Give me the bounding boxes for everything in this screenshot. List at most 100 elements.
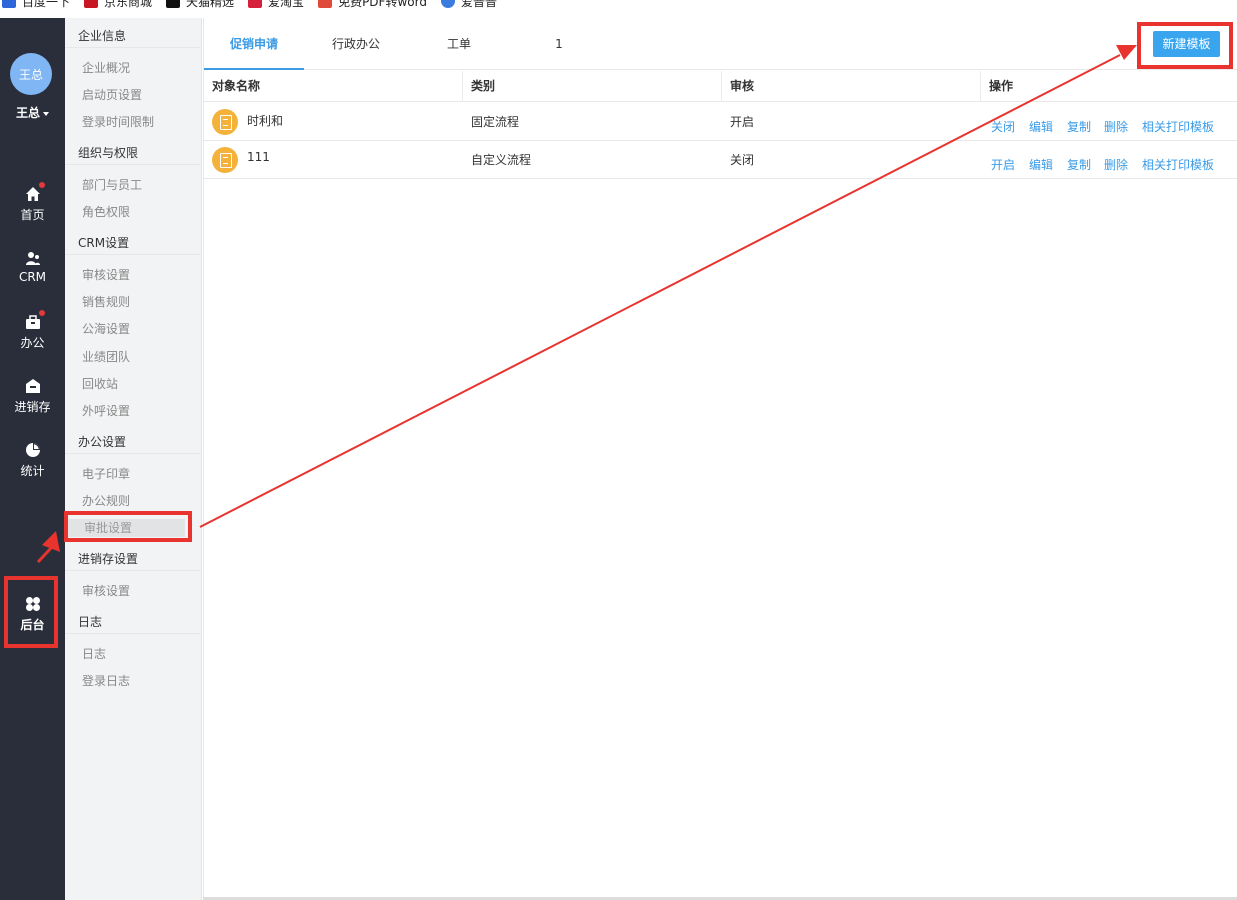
- toggle-link[interactable]: 开启: [991, 156, 1015, 173]
- nav-item-admin[interactable]: 后台: [0, 596, 65, 633]
- submenu-section-title: CRM设置: [65, 235, 202, 255]
- bookmark-label: 百度一下: [22, 0, 71, 9]
- user-menu[interactable]: 王总: [0, 104, 65, 121]
- bookmark-label: 天猫精选: [186, 0, 235, 9]
- new-template-button[interactable]: 新建模板: [1153, 31, 1220, 57]
- object-name: 时利和: [247, 114, 284, 128]
- column-header: 对象名称: [204, 71, 463, 102]
- main-content: 促销申请 行政办公 工单 1 新建模板 对象名称 类别 审核 操作 时利和 固定…: [203, 18, 1237, 900]
- nav-item-stats[interactable]: 统计: [0, 442, 65, 479]
- category-cell: 自定义流程: [471, 153, 532, 167]
- table-row: 时利和 固定流程 开启 关闭 编辑 复制 删除 相关打印模板: [204, 103, 1237, 141]
- edit-link[interactable]: 编辑: [1029, 156, 1053, 173]
- bookmark-tmall[interactable]: 天猫精选: [166, 0, 234, 10]
- submenu-item[interactable]: 外呼设置: [65, 402, 202, 420]
- submenu-item[interactable]: 回收站: [65, 375, 202, 393]
- print-template-link[interactable]: 相关打印模板: [1142, 156, 1214, 173]
- submenu-item-approval-settings[interactable]: 审批设置: [67, 519, 185, 537]
- warehouse-icon: [25, 378, 41, 394]
- nav-label: 统计: [20, 464, 45, 478]
- user-name: 王总: [15, 106, 40, 120]
- caret-down-icon: [43, 111, 49, 116]
- home-icon: [25, 182, 45, 202]
- bookmark-pdf[interactable]: 免费PDF转word: [318, 0, 427, 10]
- nav-item-home[interactable]: 首页: [0, 182, 65, 223]
- delete-link[interactable]: 删除: [1104, 156, 1128, 173]
- briefcase-icon: [25, 310, 45, 330]
- clover-icon: [25, 596, 41, 612]
- submenu-item[interactable]: 公海设置: [65, 320, 202, 338]
- bookmark-label: 京东商城: [104, 0, 153, 9]
- left-nav: 王总 王总 首页 CRM 办公 进销存 统计 后台: [0, 18, 65, 900]
- submenu-section-title: 日志: [65, 614, 202, 634]
- bookmark-label: 免费PDF转word: [338, 0, 427, 9]
- notification-dot: [38, 182, 45, 188]
- copy-link[interactable]: 复制: [1067, 156, 1091, 173]
- avatar[interactable]: 王总: [10, 53, 52, 95]
- table-header: 对象名称 类别 审核 操作: [204, 71, 1237, 102]
- column-header: 审核: [722, 71, 981, 102]
- print-template-link[interactable]: 相关打印模板: [1142, 118, 1214, 135]
- submenu-item[interactable]: 登录日志: [65, 672, 202, 690]
- submenu-item[interactable]: 日志: [65, 645, 202, 663]
- settings-submenu: 企业信息 企业概况 启动页设置 登录时间限制 组织与权限 部门与员工 角色权限 …: [65, 18, 202, 900]
- nav-label: 进销存: [14, 400, 51, 414]
- audit-cell: 开启: [730, 115, 755, 129]
- nav-item-crm[interactable]: CRM: [0, 250, 65, 284]
- pdf-icon: [318, 0, 333, 8]
- category-cell: 固定流程: [471, 115, 520, 129]
- nav-item-office[interactable]: 办公: [0, 310, 65, 351]
- submenu-item[interactable]: 审核设置: [65, 266, 202, 284]
- crm-icon: [25, 250, 41, 266]
- column-header: 类别: [463, 71, 722, 102]
- tab-admin-office[interactable]: 行政办公: [314, 18, 398, 70]
- nav-label: 办公: [20, 336, 45, 350]
- table-row: 111 自定义流程 关闭 开启 编辑 复制 删除 相关打印模板: [204, 141, 1237, 179]
- submenu-item[interactable]: 角色权限: [65, 203, 202, 221]
- submenu-item[interactable]: 电子印章: [65, 465, 202, 483]
- delete-link[interactable]: 删除: [1104, 118, 1128, 135]
- toggle-link[interactable]: 关闭: [991, 118, 1015, 135]
- tab-promotion-request[interactable]: 促销申请: [204, 18, 304, 70]
- nav-item-inventory[interactable]: 进销存: [0, 378, 65, 415]
- submenu-section-title: 组织与权限: [65, 145, 202, 165]
- bookmark-label: 爱普普: [460, 0, 497, 9]
- submenu-item[interactable]: 办公规则: [65, 492, 202, 510]
- column-header: 操作: [989, 79, 1014, 93]
- tab-work-order[interactable]: 工单: [429, 18, 489, 70]
- submenu-section-title: 进销存设置: [65, 551, 202, 571]
- document-icon: [212, 147, 238, 173]
- nav-label: 后台: [20, 618, 45, 632]
- jd-icon: [84, 0, 99, 8]
- bookmark-aipupu[interactable]: 爱普普: [440, 0, 497, 10]
- document-icon: [212, 109, 238, 135]
- submenu-section-title: 企业信息: [65, 28, 202, 48]
- object-name: 111: [247, 150, 270, 164]
- tab-bar: 促销申请 行政办公 工单 1 新建模板: [204, 18, 1237, 70]
- audit-cell: 关闭: [730, 153, 755, 167]
- baidu-icon: [2, 0, 16, 8]
- object-name-cell: 111: [204, 141, 463, 179]
- nav-label: CRM: [18, 270, 47, 284]
- submenu-item[interactable]: 企业概况: [65, 59, 202, 77]
- app-root: 百度一下 京东商城 天猫精选 爱淘宝 免费PDF转word 爱普普 王总 王总 …: [0, 0, 1237, 900]
- submenu-item[interactable]: 销售规则: [65, 293, 202, 311]
- submenu-item[interactable]: 业绩团队: [65, 348, 202, 366]
- pie-chart-icon: [25, 442, 41, 458]
- aitaobao-icon: [248, 0, 263, 8]
- bookmark-baidu[interactable]: 百度一下: [2, 0, 70, 10]
- submenu-item[interactable]: 审核设置: [65, 582, 202, 600]
- copy-link[interactable]: 复制: [1067, 118, 1091, 135]
- bookmark-jd[interactable]: 京东商城: [84, 0, 152, 10]
- submenu-item[interactable]: 启动页设置: [65, 86, 202, 104]
- bookmarks-bar: 百度一下 京东商城 天猫精选 爱淘宝 免费PDF转word 爱普普: [0, 0, 1237, 10]
- bookmark-aitaobao[interactable]: 爱淘宝: [248, 0, 304, 10]
- nav-label: 首页: [20, 208, 45, 222]
- edit-link[interactable]: 编辑: [1029, 118, 1053, 135]
- submenu-item[interactable]: 部门与员工: [65, 176, 202, 194]
- submenu-item[interactable]: 登录时间限制: [65, 113, 202, 131]
- tab-1[interactable]: 1: [544, 18, 574, 70]
- bookmark-label: 爱淘宝: [268, 0, 305, 9]
- object-name-cell: 时利和: [204, 103, 463, 141]
- notification-dot: [38, 310, 45, 316]
